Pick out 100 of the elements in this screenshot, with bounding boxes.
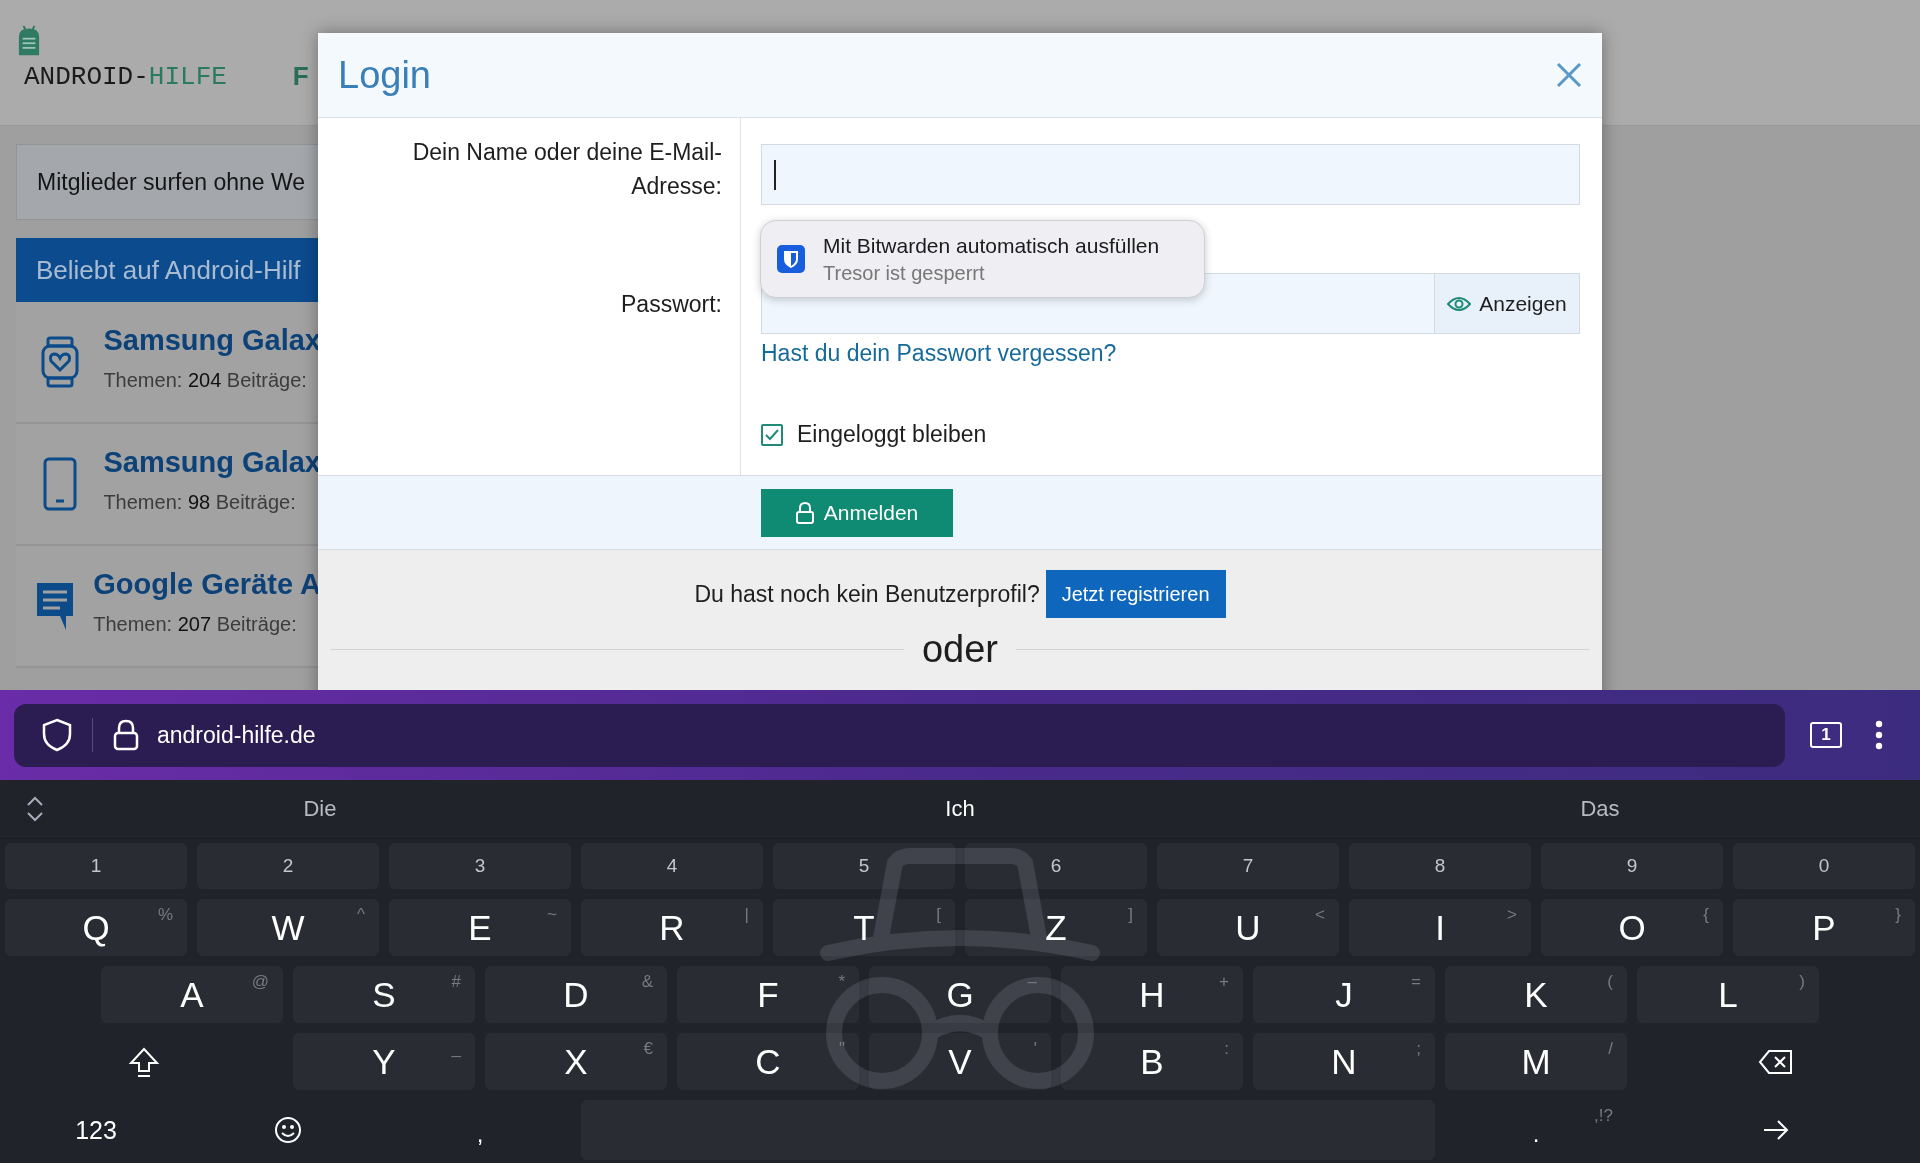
forum-title[interactable]: Samsung Galax	[103, 446, 321, 479]
tabs-button[interactable]: 1	[1810, 722, 1842, 748]
field-label: Passwort:	[621, 290, 722, 319]
key[interactable]: _ Y	[293, 1033, 475, 1090]
register-button[interactable]: Jetzt registrieren	[1045, 570, 1226, 618]
url-text: android-hilfe.de	[157, 721, 316, 749]
key-hint: {	[1703, 905, 1709, 925]
show-password-button[interactable]: Anzeigen	[1434, 273, 1580, 334]
key-hint: ]	[1128, 905, 1133, 925]
key[interactable]: & D	[485, 966, 667, 1023]
text-cursor	[774, 160, 776, 190]
key-hint: +	[1219, 972, 1229, 992]
key[interactable]: 0	[1733, 843, 1915, 889]
key[interactable]: ; N	[1253, 1033, 1435, 1090]
key-hint: ,!?	[1594, 1106, 1613, 1126]
emoji-icon[interactable]	[274, 1116, 302, 1144]
shield-icon	[777, 245, 805, 273]
key-hint: "	[838, 1039, 845, 1059]
key[interactable]: 5	[773, 843, 955, 889]
key[interactable]: + H	[1061, 966, 1243, 1023]
symbols-key[interactable]: 123	[5, 1100, 187, 1160]
phone-icon	[42, 457, 77, 511]
autofill-title: Mit Bitwarden automatisch ausfüllen	[823, 233, 1160, 258]
key[interactable]: 2	[197, 843, 379, 889]
key-hint: _	[451, 1039, 461, 1059]
close-icon[interactable]	[1556, 62, 1582, 88]
lock-icon[interactable]	[113, 719, 139, 751]
key[interactable]: @ A	[101, 966, 283, 1023]
eye-icon	[1447, 295, 1472, 312]
key-hint: #	[451, 972, 461, 992]
key[interactable]: ^ W	[197, 899, 379, 956]
register-prompt: Du hast noch kein Benutzerprofil?	[694, 580, 1040, 608]
key[interactable]: [ T	[773, 899, 955, 956]
forum-title[interactable]: Samsung Galax	[103, 324, 321, 357]
key[interactable]: / M	[1445, 1033, 1627, 1090]
forgot-password-link[interactable]: Hast du dein Passwort vergessen?	[761, 340, 1117, 366]
key[interactable]: € X	[485, 1033, 667, 1090]
key[interactable]: < U	[1157, 899, 1339, 956]
key-hint: |	[744, 905, 749, 925]
key-hint: *	[838, 972, 845, 992]
suggestion[interactable]: Ich	[640, 796, 1280, 822]
key[interactable]: 1	[5, 843, 187, 889]
key-hint: :	[1224, 1039, 1229, 1059]
key[interactable]: ] Z	[965, 899, 1147, 956]
key[interactable]: 7	[1157, 843, 1339, 889]
key[interactable]: ' V	[869, 1033, 1051, 1090]
key[interactable]: ~ E	[389, 899, 571, 956]
address-bar[interactable]: android-hilfe.de	[14, 703, 1785, 767]
login-button[interactable]: Anmelden	[761, 488, 953, 537]
key-hint: –	[1027, 972, 1037, 992]
key-hint: >	[1507, 905, 1517, 925]
key[interactable]: – G	[869, 966, 1051, 1023]
key[interactable]: 9	[1541, 843, 1723, 889]
key-hint: ^	[357, 905, 365, 925]
key-hint: )	[1799, 972, 1805, 992]
key[interactable]: ,!? .	[1445, 1100, 1627, 1160]
key[interactable]: * F	[677, 966, 859, 1023]
key[interactable]: # S	[293, 966, 475, 1023]
key[interactable]: ( K	[1445, 966, 1627, 1023]
expand-icon[interactable]	[26, 796, 44, 822]
key[interactable]: = J	[1253, 966, 1435, 1023]
key[interactable]: > I	[1349, 899, 1531, 956]
key[interactable]: | R	[581, 899, 763, 956]
email-field[interactable]	[761, 144, 1580, 205]
shift-icon[interactable]	[128, 1045, 160, 1078]
key-hint: [	[936, 905, 941, 925]
arrow-right-icon[interactable]	[1763, 1119, 1789, 1141]
checkbox[interactable]	[761, 423, 783, 446]
key-hint: &	[641, 972, 653, 992]
key[interactable]: { O	[1541, 899, 1723, 956]
key-hint: '	[1033, 1039, 1037, 1059]
suggestion[interactable]: Die	[0, 796, 640, 822]
key[interactable]: ,	[389, 1100, 571, 1160]
key-hint: =	[1411, 972, 1421, 992]
key[interactable]: ) L	[1637, 966, 1819, 1023]
key[interactable]: " C	[677, 1033, 859, 1090]
shield-icon[interactable]	[42, 718, 72, 752]
menu-icon[interactable]	[1875, 720, 1883, 750]
key-hint: %	[157, 905, 173, 925]
section-title: Beliebt auf Android-Hilf	[16, 238, 321, 302]
smartwatch-icon	[39, 336, 80, 388]
dialog-title: Login	[338, 53, 431, 97]
autofill-popup[interactable]: Mit Bitwarden automatisch ausfüllen Tresor ist gesperrt	[760, 220, 1205, 298]
key[interactable]: } P	[1733, 899, 1915, 956]
backspace-icon[interactable]	[1758, 1048, 1794, 1075]
key[interactable]: 6	[965, 843, 1147, 889]
key[interactable]: 4	[581, 843, 763, 889]
key-hint: }	[1895, 905, 1901, 925]
autofill-subtitle: Tresor ist gesperrt	[823, 261, 986, 285]
key-hint: (	[1607, 972, 1613, 992]
key-hint: €	[643, 1039, 653, 1059]
key[interactable]: 3	[389, 843, 571, 889]
key-hint: @	[251, 972, 269, 992]
key[interactable]: 8	[1349, 843, 1531, 889]
site-logo[interactable]: ANDROID-HILFE	[24, 61, 227, 92]
suggestion[interactable]: Das	[1280, 796, 1920, 822]
forum-title[interactable]: Google Geräte A	[93, 568, 321, 601]
key[interactable]: % Q	[5, 899, 187, 956]
key[interactable]: : B	[1061, 1033, 1243, 1090]
checkbox-label[interactable]: Eingeloggt bleiben	[797, 421, 987, 448]
